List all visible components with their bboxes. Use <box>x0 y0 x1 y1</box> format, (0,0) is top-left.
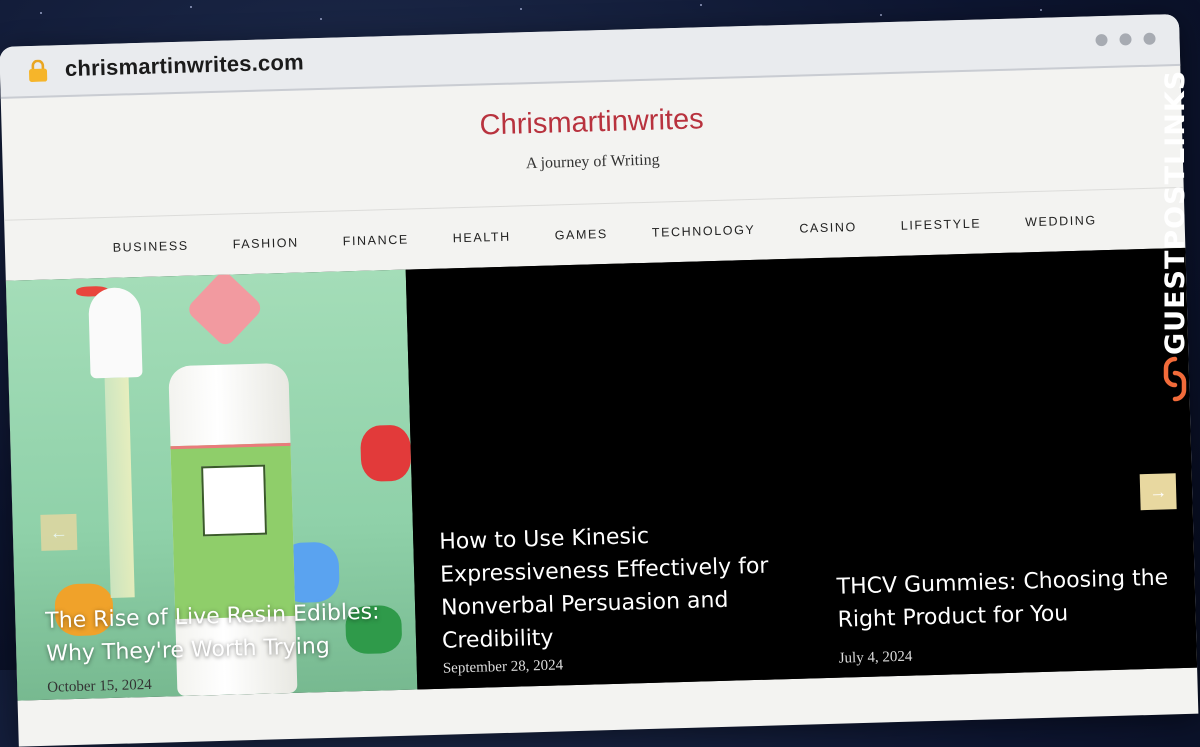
nav-item-technology[interactable]: TECHNOLOGY <box>630 222 778 240</box>
address-bar[interactable]: chrismartinwrites.com <box>65 49 305 82</box>
nav-item-finance[interactable]: FINANCE <box>321 232 431 249</box>
dropper-image <box>88 287 143 379</box>
slider-next-button[interactable]: → <box>1139 473 1177 511</box>
window-dot-icon[interactable] <box>1143 32 1156 45</box>
gummy-image <box>185 269 265 349</box>
nav-item-business[interactable]: BUSINESS <box>91 238 211 255</box>
slide-title[interactable]: How to Use Kinesic Expressiveness Effect… <box>439 516 793 658</box>
slide-card[interactable]: ← The Rise of Live Resin Edibles: Why Th… <box>5 269 418 701</box>
arrow-left-icon: ← <box>49 521 69 543</box>
arrow-right-icon: → <box>1148 480 1168 502</box>
gummy-image <box>360 424 412 482</box>
dropper-tube-image <box>104 377 135 598</box>
slide-card[interactable]: THCV Gummies: Choosing the Right Product… <box>801 247 1198 679</box>
window-dot-icon[interactable] <box>1119 33 1132 46</box>
nav-item-casino[interactable]: CASINO <box>777 219 879 236</box>
watermark-text: GUESTPOSTLINKS <box>1160 69 1191 355</box>
bottle-label-image <box>170 442 296 620</box>
window-dot-icon[interactable] <box>1095 33 1108 47</box>
slider-prev-button[interactable]: ← <box>40 513 78 551</box>
window-controls <box>1095 32 1156 47</box>
slide-date: October 15, 2024 <box>46 676 152 696</box>
slide-date: July 4, 2024 <box>838 648 913 667</box>
nav-item-wedding[interactable]: WEDDING <box>1003 213 1119 230</box>
featured-slider: ← The Rise of Live Resin Edibles: Why Th… <box>5 247 1198 701</box>
browser-window: chrismartinwrites.com Chrismartinwrites … <box>0 13 1199 747</box>
nav-item-health[interactable]: HEALTH <box>431 229 533 246</box>
chain-link-icon <box>1163 356 1187 402</box>
slide-title[interactable]: THCV Gummies: Choosing the Right Product… <box>836 561 1178 636</box>
slide-title[interactable]: The Rise of Live Resin Edibles: Why They… <box>45 595 387 670</box>
nav-item-games[interactable]: GAMES <box>533 226 631 243</box>
watermark: GUESTPOSTLINKS <box>1158 55 1194 402</box>
slide-date: September 28, 2024 <box>442 657 564 677</box>
lock-icon <box>28 59 48 82</box>
slide-card[interactable]: How to Use Kinesic Expressiveness Effect… <box>405 258 814 690</box>
nav-item-lifestyle[interactable]: LIFESTYLE <box>879 216 1004 233</box>
nav-item-fashion[interactable]: FASHION <box>211 235 321 252</box>
label-logo-image <box>201 464 268 537</box>
